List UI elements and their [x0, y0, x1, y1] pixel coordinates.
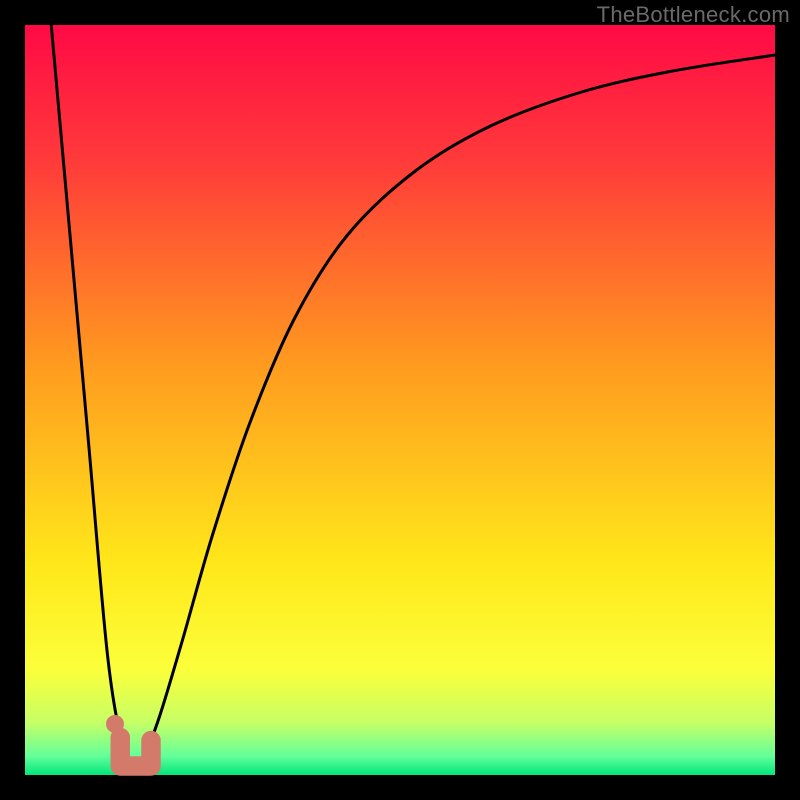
bottleneck-chart: [0, 0, 800, 800]
gradient-background: [25, 25, 775, 775]
watermark-label: TheBottleneck.com: [597, 2, 790, 28]
chart-frame: TheBottleneck.com: [0, 0, 800, 800]
sweet-spot-dot-icon: [106, 715, 124, 733]
